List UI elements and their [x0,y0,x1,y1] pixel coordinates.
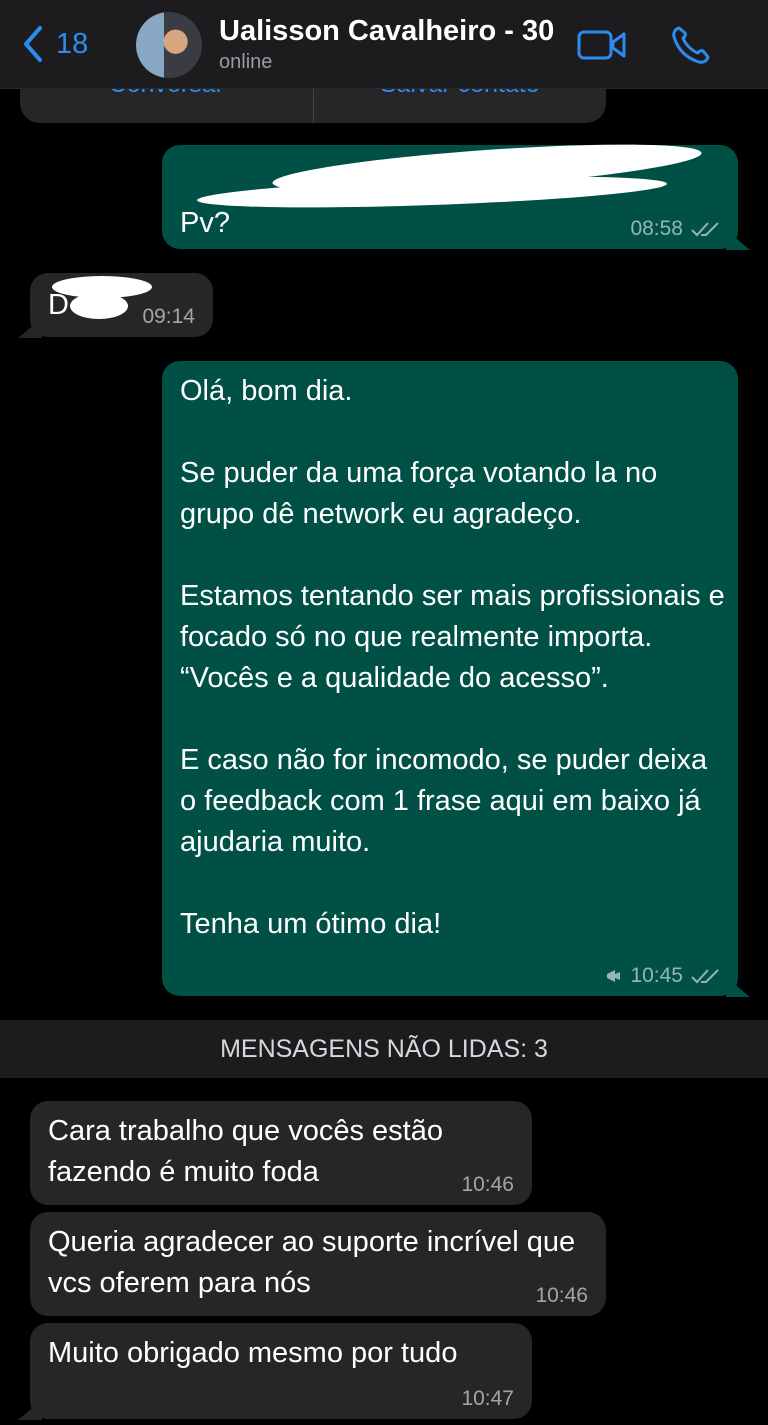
message-meta: 08:58 [630,218,720,240]
contact-status: online [219,51,273,73]
message-time: 10:47 [461,1387,514,1410]
message-incoming[interactable]: Cara trabalho que vocês estão fazendo é … [30,1101,532,1205]
message-time: 10:46 [461,1173,514,1196]
double-check-icon [691,969,719,984]
message-outgoing-long[interactable]: Olá, bom dia. Se puder da uma força vota… [162,361,738,996]
back-button[interactable]: 18 [20,24,88,64]
message-text: Queria agradecer ao suporte incrível que… [48,1226,584,1299]
video-call-button[interactable] [576,26,628,64]
contact-name[interactable]: Ualisson Cavalheiro - 30 [219,15,554,48]
message-meta: 09:14 [142,306,195,328]
message-time: 09:14 [142,305,195,328]
message-outgoing[interactable]: Pv? 08:58 [162,135,738,249]
chat-header: 18 Ualisson Cavalheiro - 30 online [0,0,768,89]
message-incoming[interactable]: Muito obrigado mesmo por tudo 10:47 [30,1323,532,1419]
message-text: Pv? [180,207,230,239]
back-unread-count: 18 [56,27,89,60]
chevron-left-icon [24,26,42,62]
message-meta: 10:47 [461,1388,514,1410]
message-meta: 10:46 [535,1285,588,1307]
message-text: Olá, bom dia. Se puder da uma força vota… [180,375,725,940]
message-time: 10:45 [630,964,683,987]
double-check-icon [691,222,719,237]
message-incoming[interactable]: Queria agradecer ao suporte incrível que… [30,1212,606,1316]
message-meta: 10:45 [605,965,720,987]
message-text: Cara trabalho que vocês estão fazendo é … [48,1115,452,1188]
message-text: Muito obrigado mesmo por tudo [48,1337,458,1369]
redaction-scribble [70,293,128,319]
message-incoming[interactable]: D 09:14 [30,273,213,337]
message-time: 08:58 [630,217,683,240]
contact-avatar[interactable] [136,12,202,78]
message-meta: 10:46 [461,1174,514,1196]
voice-call-button[interactable] [670,24,712,66]
broadcast-megaphone-icon [607,970,621,982]
message-time: 10:46 [535,1284,588,1307]
unread-messages-banner: MENSAGENS NÃO LIDAS: 3 [0,1020,768,1078]
